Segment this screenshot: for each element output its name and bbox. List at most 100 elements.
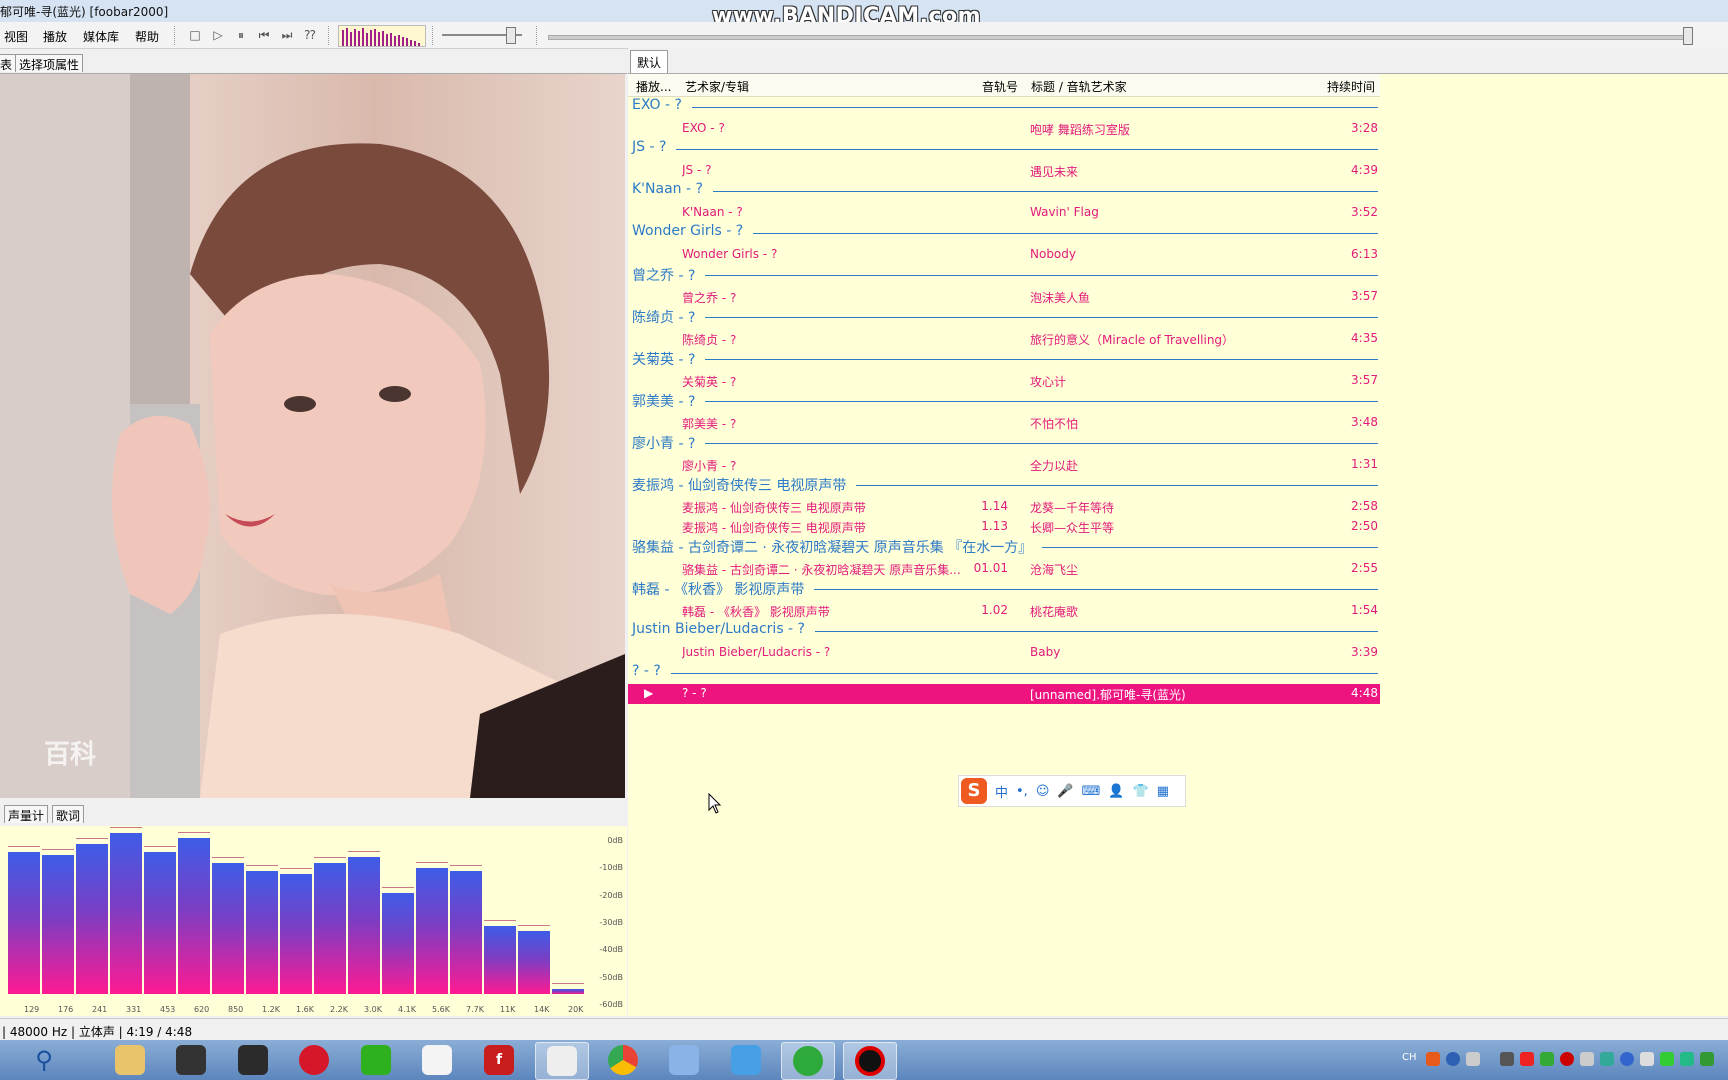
- column-title-artist[interactable]: 标题 / 音轨艺术家: [1031, 78, 1127, 95]
- track-row[interactable]: Wonder Girls - ? Nobody 6:13: [628, 245, 1380, 263]
- group-header[interactable]: 韩磊 - 《秋香》 影视原声带: [632, 579, 804, 601]
- taskbar-youku[interactable]: [411, 1042, 463, 1078]
- taskbar-netease-music[interactable]: [288, 1042, 340, 1078]
- taskbar-search[interactable]: ⚲: [18, 1042, 70, 1078]
- sogou-icon[interactable]: S: [961, 778, 987, 804]
- tray-ball-icon[interactable]: [1620, 1052, 1634, 1066]
- random-button[interactable]: ⁇: [301, 26, 319, 44]
- group-header[interactable]: 骆集益 - 古剑奇谭二 · 永夜初晗凝碧天 原声音乐集 『在水一方』: [632, 537, 1032, 559]
- spectrum-bar: [42, 854, 74, 994]
- tray-green-icon[interactable]: [1660, 1052, 1674, 1066]
- tab-properties[interactable]: 选择项属性: [15, 54, 84, 72]
- group-header[interactable]: 陈绮贞 - ?: [632, 307, 695, 329]
- seek-bar[interactable]: [548, 35, 1692, 40]
- column-artist-album[interactable]: 艺术家/专辑: [685, 78, 749, 95]
- tray-record-icon[interactable]: [1560, 1052, 1574, 1066]
- tray-shield-icon[interactable]: [1600, 1052, 1614, 1066]
- tray-volume-icon[interactable]: [1640, 1052, 1654, 1066]
- microphone-icon[interactable]: 🎤: [1057, 784, 1073, 799]
- taskbar-video-editor[interactable]: [165, 1042, 217, 1078]
- tray-language[interactable]: CH: [1402, 1052, 1422, 1066]
- tray-help-icon[interactable]: [1446, 1052, 1460, 1066]
- spectrum-bar: [110, 832, 142, 994]
- tray-sogou-icon[interactable]: [1426, 1052, 1440, 1066]
- menu-playback[interactable]: 播放: [43, 28, 67, 45]
- group-header[interactable]: ? - ?: [632, 663, 661, 685]
- group-divider: [753, 233, 1378, 234]
- tray-clover-icon[interactable]: [1540, 1052, 1554, 1066]
- track-row[interactable]: 陈绮贞 - ? 旅行的意义（Miracle of Travelling） 4:35: [628, 329, 1380, 347]
- menu-help[interactable]: 帮助: [135, 28, 159, 45]
- track-row[interactable]: 麦振鸿 - 仙剑奇侠传三 电视原声带 1.14 龙葵—千年等待 2:58: [628, 497, 1380, 515]
- skin-icon[interactable]: 👕: [1133, 784, 1149, 799]
- mini-spectrum-bar: [354, 29, 356, 46]
- tray-network-icon[interactable]: [1580, 1052, 1594, 1066]
- track-row[interactable]: 郭美美 - ? 不怕不怕 3:48: [628, 413, 1380, 431]
- track-row[interactable]: K'Naan - ? Wavin' Flag 3:52: [628, 203, 1380, 221]
- track-row[interactable]: 韩磊 - 《秋香》 影视原声带 1.02 桃花庵歌 1:54: [628, 601, 1380, 619]
- separator: [536, 26, 538, 45]
- pause-button[interactable]: ⏸: [232, 26, 250, 44]
- tray-settings-icon[interactable]: [1466, 1052, 1480, 1066]
- track-row[interactable]: 骆集益 - 古剑奇谭二 · 永夜初晗凝碧天 原声音乐集... 01.01 沧海飞尘 2…: [628, 559, 1380, 577]
- emoji-icon[interactable]: ☺: [1036, 784, 1050, 799]
- ime-language[interactable]: 中: [995, 782, 1008, 801]
- tray-360-icon[interactable]: [1700, 1052, 1714, 1066]
- group-header[interactable]: EXO - ?: [632, 97, 682, 119]
- track-row[interactable]: Justin Bieber/Ludacris - ? Baby 3:39: [628, 643, 1380, 661]
- taskbar-bandicam[interactable]: [843, 1042, 897, 1080]
- group-header[interactable]: JS - ?: [632, 139, 666, 161]
- taskbar-green-app[interactable]: [781, 1042, 835, 1080]
- taskbar-headphones[interactable]: [227, 1042, 279, 1078]
- chrome-icon: [608, 1045, 638, 1075]
- stop-button[interactable]: □: [186, 26, 204, 44]
- play-button[interactable]: ▷: [209, 26, 227, 44]
- column-playing[interactable]: 播放...: [636, 78, 671, 95]
- group-header[interactable]: 麦振鸿 - 仙剑奇侠传三 电视原声带: [632, 475, 846, 497]
- tab-default-playlist[interactable]: 默认: [630, 50, 669, 73]
- group-header[interactable]: 关菊英 - ?: [632, 349, 695, 371]
- keyboard-icon[interactable]: ⌨: [1082, 784, 1101, 799]
- taskbar-player[interactable]: [720, 1042, 772, 1078]
- menu-view[interactable]: 视图: [4, 28, 28, 45]
- group-header[interactable]: 廖小青 - ?: [632, 433, 695, 455]
- column-track-number[interactable]: 音轨号: [982, 78, 1018, 95]
- track-row[interactable]: 麦振鸿 - 仙剑奇侠传三 电视原声带 1.13 长卿—众生平等 2:50: [628, 517, 1380, 535]
- next-button[interactable]: ⏭: [278, 26, 296, 44]
- menu-library[interactable]: 媒体库: [83, 28, 119, 45]
- spectrum-bar: [76, 843, 108, 994]
- taskbar-bird-app[interactable]: [658, 1042, 710, 1078]
- tray-pet-icon[interactable]: [1500, 1052, 1514, 1066]
- track-row[interactable]: 廖小青 - ? 全力以赴 1:31: [628, 455, 1380, 473]
- group-header[interactable]: 郭美美 - ?: [632, 391, 695, 413]
- toolbox-icon[interactable]: ▦: [1157, 784, 1169, 799]
- group-header[interactable]: 曾之乔 - ?: [632, 265, 695, 287]
- tray-app-icon[interactable]: [1520, 1052, 1534, 1066]
- ime-toolbar[interactable]: S 中 •, ☺ 🎤 ⌨ 👤 👕 ▦: [958, 775, 1186, 807]
- playing-track-row[interactable]: ▶ ? - ? [unnamed].郁可唯-寻(蓝光) 4:48: [628, 684, 1380, 704]
- track-title: 咆哮 舞蹈练习室版: [1030, 123, 1130, 137]
- previous-button[interactable]: ⏮: [255, 26, 273, 44]
- taskbar-iqiyi[interactable]: [350, 1042, 402, 1078]
- group-header[interactable]: Wonder Girls - ?: [632, 223, 743, 245]
- group-header[interactable]: Justin Bieber/Ludacris - ?: [632, 621, 805, 643]
- taskbar-flash[interactable]: f: [473, 1042, 525, 1078]
- seek-thumb[interactable]: [1683, 27, 1693, 45]
- punctuation-icon[interactable]: •,: [1016, 784, 1028, 799]
- track-row[interactable]: 曾之乔 - ? 泡沫美人鱼 3:57: [628, 287, 1380, 305]
- tab-list[interactable]: 表: [0, 54, 17, 72]
- user-icon[interactable]: 👤: [1108, 784, 1124, 799]
- track-row[interactable]: EXO - ? 咆哮 舞蹈练习室版 3:28: [628, 119, 1380, 137]
- tab-volume-meter[interactable]: 声量计: [4, 805, 49, 823]
- column-duration[interactable]: 持续时间: [1327, 78, 1375, 95]
- tab-lyrics[interactable]: 歌词: [52, 805, 85, 823]
- track-row[interactable]: JS - ? 遇见未来 4:39: [628, 161, 1380, 179]
- taskbar-explorer[interactable]: [104, 1042, 156, 1078]
- track-row[interactable]: 关菊英 - ? 攻心计 3:57: [628, 371, 1380, 389]
- track-duration: 4:39: [1351, 163, 1378, 177]
- volume-thumb[interactable]: [506, 27, 516, 44]
- taskbar-chrome[interactable]: [597, 1042, 649, 1078]
- group-header[interactable]: K'Naan - ?: [632, 181, 703, 203]
- taskbar-foobar2000[interactable]: [535, 1042, 589, 1080]
- tray-update-icon[interactable]: [1680, 1052, 1694, 1066]
